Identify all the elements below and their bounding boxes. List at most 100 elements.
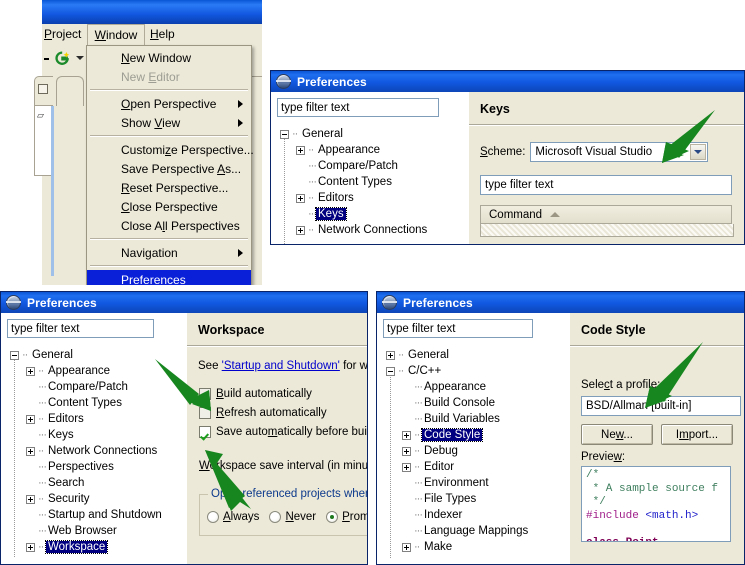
tree-item-perspectives[interactable]: ··· Perspectives: [7, 459, 186, 475]
menu-project[interactable]: PProjectroject: [44, 27, 81, 41]
tree-item-general[interactable]: ·· General: [277, 126, 468, 142]
tree-item-language-mappings[interactable]: ··· Language Mappings: [383, 523, 569, 539]
tree-item-file-types[interactable]: ··· File Types: [383, 491, 569, 507]
eclipse-globe-icon: [276, 74, 291, 89]
tree-item-debug[interactable]: ·· Debug: [383, 443, 569, 459]
tree-item-keys[interactable]: ··· Keys: [277, 206, 468, 222]
expand-icon[interactable]: [402, 462, 411, 472]
tree-item-keys[interactable]: ··· Keys: [7, 427, 186, 443]
tree-item-general[interactable]: ·· General: [383, 347, 569, 363]
menu-item-customize-perspective[interactable]: Customize Perspective...: [87, 140, 254, 159]
expand-icon[interactable]: [26, 414, 35, 424]
tree-item-label: Web Browser: [48, 525, 117, 537]
tree-item-startup-and-shutdown[interactable]: ··· Startup and Shutdown: [7, 507, 186, 523]
expand-icon[interactable]: [402, 542, 411, 552]
build-automatically-checkbox[interactable]: [199, 388, 211, 400]
menu-item-preferences[interactable]: Preferences: [87, 270, 251, 285]
filter-input[interactable]: type filter text: [383, 319, 533, 338]
expand-icon[interactable]: [402, 430, 411, 440]
expand-icon[interactable]: [26, 446, 35, 456]
tree-item-editor[interactable]: ·· Editor: [383, 459, 569, 475]
toolbar-dropdown-arrow-icon[interactable]: [76, 56, 84, 60]
tree-item-editors[interactable]: ·· Editors: [277, 190, 468, 206]
eclipse-globe-icon: [382, 295, 397, 310]
tree-item-search[interactable]: ··· Search: [7, 475, 186, 491]
menu-item-new-window[interactable]: NNew Windowew Window: [87, 48, 251, 67]
keys-table-body[interactable]: [480, 224, 734, 237]
expand-icon[interactable]: [402, 446, 411, 456]
tree-item-label: Compare/Patch: [48, 381, 128, 393]
tree-item-appearance[interactable]: ·· Appearance: [277, 142, 468, 158]
menu-item-save-perspective-as[interactable]: Save Perspective As...: [87, 159, 251, 178]
new-wizard-icon[interactable]: [55, 51, 70, 66]
tree-item-environment[interactable]: ··· Environment: [383, 475, 569, 491]
tree-item-indexer[interactable]: ··· Indexer: [383, 507, 569, 523]
tree-item-make[interactable]: ·· Make: [383, 539, 569, 555]
save-automatically-before-build-checkbox[interactable]: [199, 426, 211, 438]
startup-and-shutdown-link[interactable]: 'Startup and Shutdown': [222, 360, 340, 372]
chevron-down-icon[interactable]: [690, 144, 707, 160]
filter-input[interactable]: type filter text: [7, 319, 154, 338]
expand-icon[interactable]: [26, 366, 35, 376]
scheme-combo[interactable]: Microsoft Visual Studio: [530, 142, 709, 162]
profile-combo[interactable]: BSD/Allman [built-in]: [581, 396, 741, 416]
checkbox-row-build[interactable]: Build automatically: [199, 388, 367, 400]
tree-item-general[interactable]: ·· General: [7, 347, 186, 363]
tree-item-code-style[interactable]: ·· Code Style: [383, 427, 569, 443]
tree-item-security[interactable]: ·· Security: [7, 491, 186, 507]
scheme-label: Scheme:: [480, 146, 526, 158]
tree-item-build-variables[interactable]: ··· Build Variables: [383, 411, 569, 427]
menu-item-new-editor[interactable]: New Editor: [87, 67, 251, 86]
menu-item-reset-perspective[interactable]: Reset Perspective...: [87, 178, 251, 197]
never-radio[interactable]: [269, 511, 282, 523]
tree-item-compare-patch[interactable]: ··· Compare/Patch: [7, 379, 186, 395]
checkbox-row-refresh[interactable]: Refresh automatically: [199, 407, 367, 419]
collapse-icon[interactable]: [10, 350, 19, 360]
menu-separator: [90, 265, 248, 267]
tree-item-network-connections[interactable]: ·· Network Connections: [7, 443, 186, 459]
tree-item-workspace[interactable]: ·· Workspace: [7, 539, 186, 555]
tree-item-network-connections[interactable]: ·· Network Connections: [277, 222, 468, 238]
keys-filter-input[interactable]: type filter text: [480, 175, 732, 195]
expand-icon[interactable]: [296, 225, 305, 235]
tree-item-content-types[interactable]: ··· Content Types: [277, 174, 468, 190]
prompt-radio[interactable]: [326, 511, 339, 523]
expand-icon[interactable]: [386, 350, 395, 360]
menu-item-navigation[interactable]: Navigation: [87, 243, 251, 262]
new-profile-button[interactable]: New...: [581, 424, 653, 445]
menu-help[interactable]: Help: [150, 27, 175, 41]
tree-item-appearance[interactable]: ··· Appearance: [383, 379, 569, 395]
always-radio[interactable]: [207, 511, 219, 523]
titlebar-codestyle[interactable]: Preferences: [377, 292, 744, 313]
code-preview[interactable]: /* * A sample source f */ #include <math…: [581, 466, 731, 542]
tree-item-build-console[interactable]: ··· Build Console: [383, 395, 569, 411]
tree-item-c-cpp[interactable]: ·· C/C++: [383, 363, 569, 379]
tree-dash: ··: [308, 145, 314, 155]
refresh-automatically-checkbox[interactable]: [199, 407, 211, 419]
checkbox-row-save[interactable]: Save automatically before build: [199, 426, 367, 438]
menu-item-show-view[interactable]: Show View: [87, 113, 251, 132]
tree-item-content-types[interactable]: ··· Content Types: [7, 395, 186, 411]
expand-icon[interactable]: [26, 494, 35, 504]
titlebar-workspace[interactable]: Preferences: [1, 292, 367, 313]
tree-dash: ···: [38, 398, 46, 408]
menu-item-close-perspective[interactable]: Close Perspective: [87, 197, 251, 216]
menu-item-open-perspective[interactable]: Open Perspective: [87, 94, 251, 113]
keys-table-header[interactable]: Command: [480, 205, 732, 224]
expand-icon[interactable]: [296, 145, 305, 155]
tree-item-editors[interactable]: ·· Editors: [7, 411, 186, 427]
filter-input[interactable]: type filter text: [277, 98, 439, 117]
tree-item-compare-patch[interactable]: ··· Compare/Patch: [277, 158, 468, 174]
expand-icon[interactable]: [296, 193, 305, 203]
import-profile-button[interactable]: Import...: [661, 424, 733, 445]
expand-icon[interactable]: [26, 542, 35, 552]
titlebar-keys[interactable]: Preferences: [271, 71, 744, 92]
editor-tab[interactable]: [56, 76, 84, 106]
preferences-dialog-keys: Preferences type filter text ·· General …: [270, 70, 745, 245]
collapse-icon[interactable]: [280, 129, 289, 139]
collapse-icon[interactable]: [386, 366, 395, 376]
menu-item-close-all-perspectives[interactable]: Close All Perspectives: [87, 216, 251, 235]
tree-item-appearance[interactable]: ·· Appearance: [7, 363, 186, 379]
tree-item-web-browser[interactable]: ··· Web Browser: [7, 523, 186, 539]
menu-window[interactable]: Window: [87, 24, 145, 45]
